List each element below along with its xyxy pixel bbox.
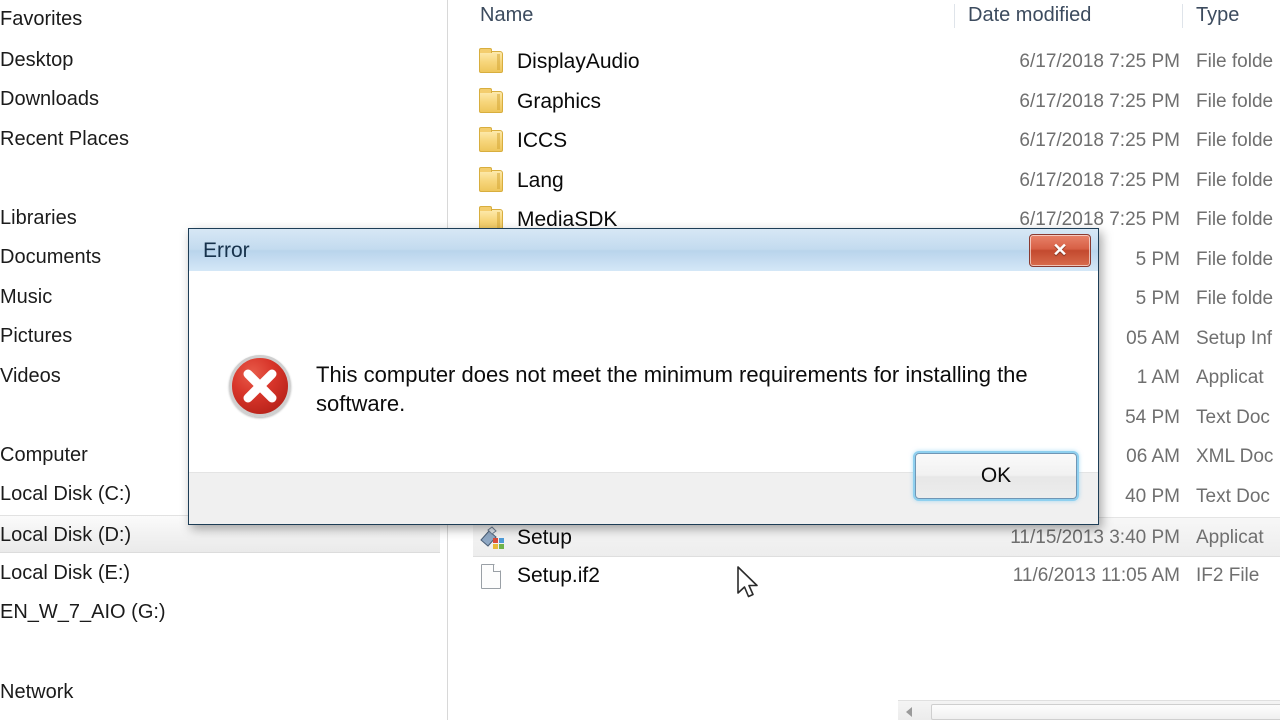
file-date-cell: 6/17/2018 7:25 PM bbox=[1019, 170, 1180, 191]
sidebar-item-desktop[interactable]: Desktop bbox=[0, 41, 440, 79]
file-type-cell: IF2 File bbox=[1196, 565, 1260, 586]
file-type-cell: File folde bbox=[1196, 209, 1274, 230]
folder-icon bbox=[479, 127, 503, 152]
folder-icon bbox=[479, 48, 503, 73]
column-header-date-modified-label: Date modified bbox=[968, 4, 1092, 26]
file-name-cell: DisplayAudio bbox=[517, 50, 640, 73]
column-headers: Name Date modified Type bbox=[449, 0, 1280, 34]
file-type-cell: File folde bbox=[1196, 288, 1274, 309]
file-date-cell: 6/17/2018 7:25 PM bbox=[1019, 91, 1180, 112]
file-icon bbox=[481, 564, 501, 589]
file-name-cell: Setup.if2 bbox=[517, 564, 600, 587]
sidebar-item-network[interactable]: Network bbox=[0, 673, 440, 711]
file-type-cell: XML Doc bbox=[1196, 446, 1274, 467]
folder-icon bbox=[479, 88, 503, 113]
horizontal-scrollbar-thumb[interactable]: ⋮⋮⋮ bbox=[931, 704, 1280, 720]
dialog-title: Error bbox=[203, 239, 250, 262]
sidebar-item-recent-places[interactable]: Recent Places bbox=[0, 120, 440, 158]
error-icon bbox=[229, 355, 291, 417]
file-type-cell: File folde bbox=[1196, 249, 1274, 270]
application-icon bbox=[479, 526, 505, 550]
column-header-name[interactable]: Name bbox=[480, 0, 533, 34]
file-date-cell: 11/6/2013 11:05 AM bbox=[1012, 565, 1180, 586]
file-type-cell: File folde bbox=[1196, 51, 1274, 72]
dialog-message: This computer does not meet the minimum … bbox=[316, 362, 1028, 416]
ok-button[interactable]: OK bbox=[915, 453, 1077, 499]
sidebar-item-local-disk-e[interactable]: Local Disk (E:) bbox=[0, 554, 440, 592]
file-type-cell: File folde bbox=[1196, 91, 1274, 112]
column-header-date-modified[interactable]: Date modified bbox=[954, 0, 1092, 34]
file-type-cell: File folde bbox=[1196, 130, 1274, 151]
file-name-cell: Graphics bbox=[517, 90, 602, 113]
file-type-cell: Text Doc bbox=[1196, 407, 1270, 428]
dialog-footer: OK bbox=[189, 453, 1098, 524]
file-type-cell: Applicat bbox=[1196, 367, 1264, 388]
error-dialog: Error ✕ This computer does not meet the … bbox=[188, 228, 1099, 525]
horizontal-scrollbar[interactable]: ⋮⋮⋮ bbox=[898, 700, 1280, 720]
folder-icon bbox=[479, 167, 503, 192]
column-divider bbox=[954, 4, 955, 28]
close-button[interactable]: ✕ bbox=[1029, 234, 1091, 267]
file-name-cell: Lang bbox=[517, 169, 564, 192]
table-row[interactable]: Graphics 6/17/2018 7:25 PM File folde bbox=[473, 82, 1280, 122]
file-type-cell: File folde bbox=[1196, 170, 1274, 191]
column-divider bbox=[1182, 4, 1183, 28]
table-row[interactable]: DisplayAudio 6/17/2018 7:25 PM File folde bbox=[473, 42, 1280, 82]
column-header-name-label: Name bbox=[480, 4, 534, 26]
table-row[interactable]: Lang 6/17/2018 7:25 PM File folde bbox=[473, 161, 1280, 201]
close-icon: ✕ bbox=[1052, 240, 1068, 260]
file-date-cell: 6/17/2018 7:25 PM bbox=[1019, 130, 1180, 151]
dialog-body: This computer does not meet the minimum … bbox=[189, 272, 1098, 472]
file-name-cell: ICCS bbox=[517, 129, 568, 152]
scroll-left-arrow-icon[interactable] bbox=[906, 707, 912, 717]
sidebar-item-en-w-7-aio-g[interactable]: EN_W_7_AIO (G:) bbox=[0, 593, 440, 631]
file-type-cell: Applicat bbox=[1196, 527, 1264, 548]
column-header-type-label: Type bbox=[1196, 4, 1240, 26]
file-type-cell: Text Doc bbox=[1196, 486, 1270, 507]
dialog-titlebar[interactable]: Error ✕ bbox=[189, 229, 1098, 272]
table-row[interactable]: ICCS 6/17/2018 7:25 PM File folde bbox=[473, 121, 1280, 161]
file-type-cell: Setup Inf bbox=[1196, 328, 1273, 349]
sidebar-item-downloads[interactable]: Downloads bbox=[0, 80, 440, 118]
column-header-type[interactable]: Type bbox=[1182, 0, 1240, 34]
explorer-window: Favorites Desktop Downloads Recent Places Li… bbox=[0, 0, 1280, 720]
sidebar-item-favorites[interactable]: Favorites bbox=[0, 0, 440, 38]
file-date-cell: 6/17/2018 7:25 PM bbox=[1019, 51, 1180, 72]
table-row[interactable]: Setup.if2 11/6/2013 11:05 AM IF2 File bbox=[473, 556, 1280, 596]
